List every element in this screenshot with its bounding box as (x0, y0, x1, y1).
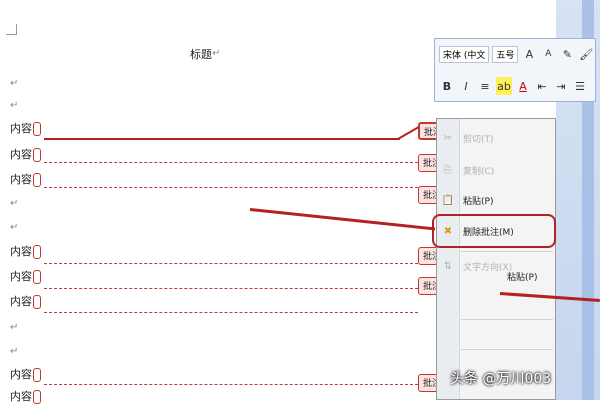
content-text: 内容 (10, 270, 32, 283)
paragraph-mark-icon: ↵ (10, 222, 19, 233)
highlight-icon[interactable]: ab (496, 77, 512, 95)
paragraph-mark-icon: ↵ (10, 100, 19, 111)
comment-anchor (33, 148, 41, 162)
mini-toolbar: 宋体 (中文 五号 A A ✎ 🖌 B I ≡ ab A ⇤ ⇥ ☰ (434, 38, 596, 102)
comment-connector (44, 162, 418, 163)
menu-item-copy[interactable]: ⎘ 复制(C) (437, 159, 555, 181)
content-text: 内容 (10, 148, 32, 161)
menu-separator (461, 319, 553, 320)
page-corner-mark (6, 24, 17, 35)
menu-separator (461, 349, 553, 350)
comment-connector (44, 288, 418, 289)
content-line[interactable]: 内容 (10, 366, 41, 382)
content-text: 内容 (10, 295, 32, 308)
comment-connector (44, 384, 418, 385)
content-line[interactable]: 内容 (10, 268, 41, 284)
italic-button[interactable]: I (458, 77, 474, 95)
paragraph-mark-icon: ↵ (10, 198, 19, 209)
format-painter-icon[interactable]: 🖌 (578, 45, 594, 63)
content-line[interactable]: 内容 (10, 120, 41, 136)
menu-item-paste[interactable]: 📋 粘贴(P) (437, 189, 555, 211)
paragraph-mark-icon: ↵ (10, 322, 19, 333)
comment-connector-active (44, 138, 400, 140)
content-line[interactable]: 内容 (10, 171, 41, 187)
paragraph-mark-icon: ↵ (212, 48, 221, 59)
comment-connector (44, 263, 418, 264)
comment-connector (44, 312, 418, 313)
content-line[interactable]: 内容 (10, 388, 41, 404)
bullet-list-icon[interactable]: ☰ (572, 77, 588, 95)
content-text: 内容 (10, 122, 32, 135)
delete-comment-highlight (432, 214, 556, 248)
center-align-icon[interactable]: ≡ (477, 77, 493, 95)
menu-item-paste-small[interactable]: 粘贴(P) (507, 265, 555, 287)
text-direction-icon: ⇅ (443, 260, 453, 272)
comment-anchor (33, 122, 41, 136)
menu-separator (461, 251, 553, 252)
comment-anchor (33, 245, 41, 259)
comment-connector-active (397, 126, 420, 140)
comment-anchor (33, 295, 41, 309)
decrease-indent-icon[interactable]: ⇤ (534, 77, 550, 95)
context-menu: ✂ 剪切(T) ⎘ 复制(C) 📋 粘贴(P) ✖ 删除批注(M) ⇅ 文字方向(X) 粘… (436, 118, 556, 400)
comment-anchor (33, 390, 41, 404)
paragraph-mark-icon: ↵ (10, 346, 19, 357)
content-text: 内容 (10, 173, 32, 186)
font-color-button[interactable]: A (515, 77, 531, 95)
font-name-select[interactable]: 宋体 (中文 (439, 45, 490, 63)
content-line[interactable]: 内容 (10, 146, 41, 162)
paragraph-mark-icon: ↵ (10, 78, 19, 89)
document-title[interactable]: 标题 (190, 46, 212, 62)
comment-anchor (33, 270, 41, 284)
watermark-text: 头条 @万川003 (450, 371, 552, 387)
grow-font-icon[interactable]: A (521, 45, 537, 63)
comment-anchor (33, 173, 41, 187)
content-text: 内容 (10, 245, 32, 258)
content-text: 内容 (10, 390, 32, 403)
menu-item-cut[interactable]: ✂ 剪切(T) (437, 127, 555, 149)
comment-connector (44, 187, 418, 188)
content-line[interactable]: 内容 (10, 243, 41, 259)
content-line[interactable]: 内容 (10, 293, 41, 309)
phonetic-guide-icon[interactable]: ✎ (559, 45, 575, 63)
cut-icon: ✂ (443, 132, 453, 144)
copy-icon: ⎘ (444, 164, 452, 176)
increase-indent-icon[interactable]: ⇥ (553, 77, 569, 95)
comment-anchor (33, 368, 41, 382)
bold-button[interactable]: B (439, 77, 455, 95)
font-size-select[interactable]: 五号 (492, 45, 519, 63)
paste-icon: 📋 (441, 194, 455, 206)
content-text: 内容 (10, 368, 32, 381)
shrink-font-icon[interactable]: A (540, 45, 556, 63)
